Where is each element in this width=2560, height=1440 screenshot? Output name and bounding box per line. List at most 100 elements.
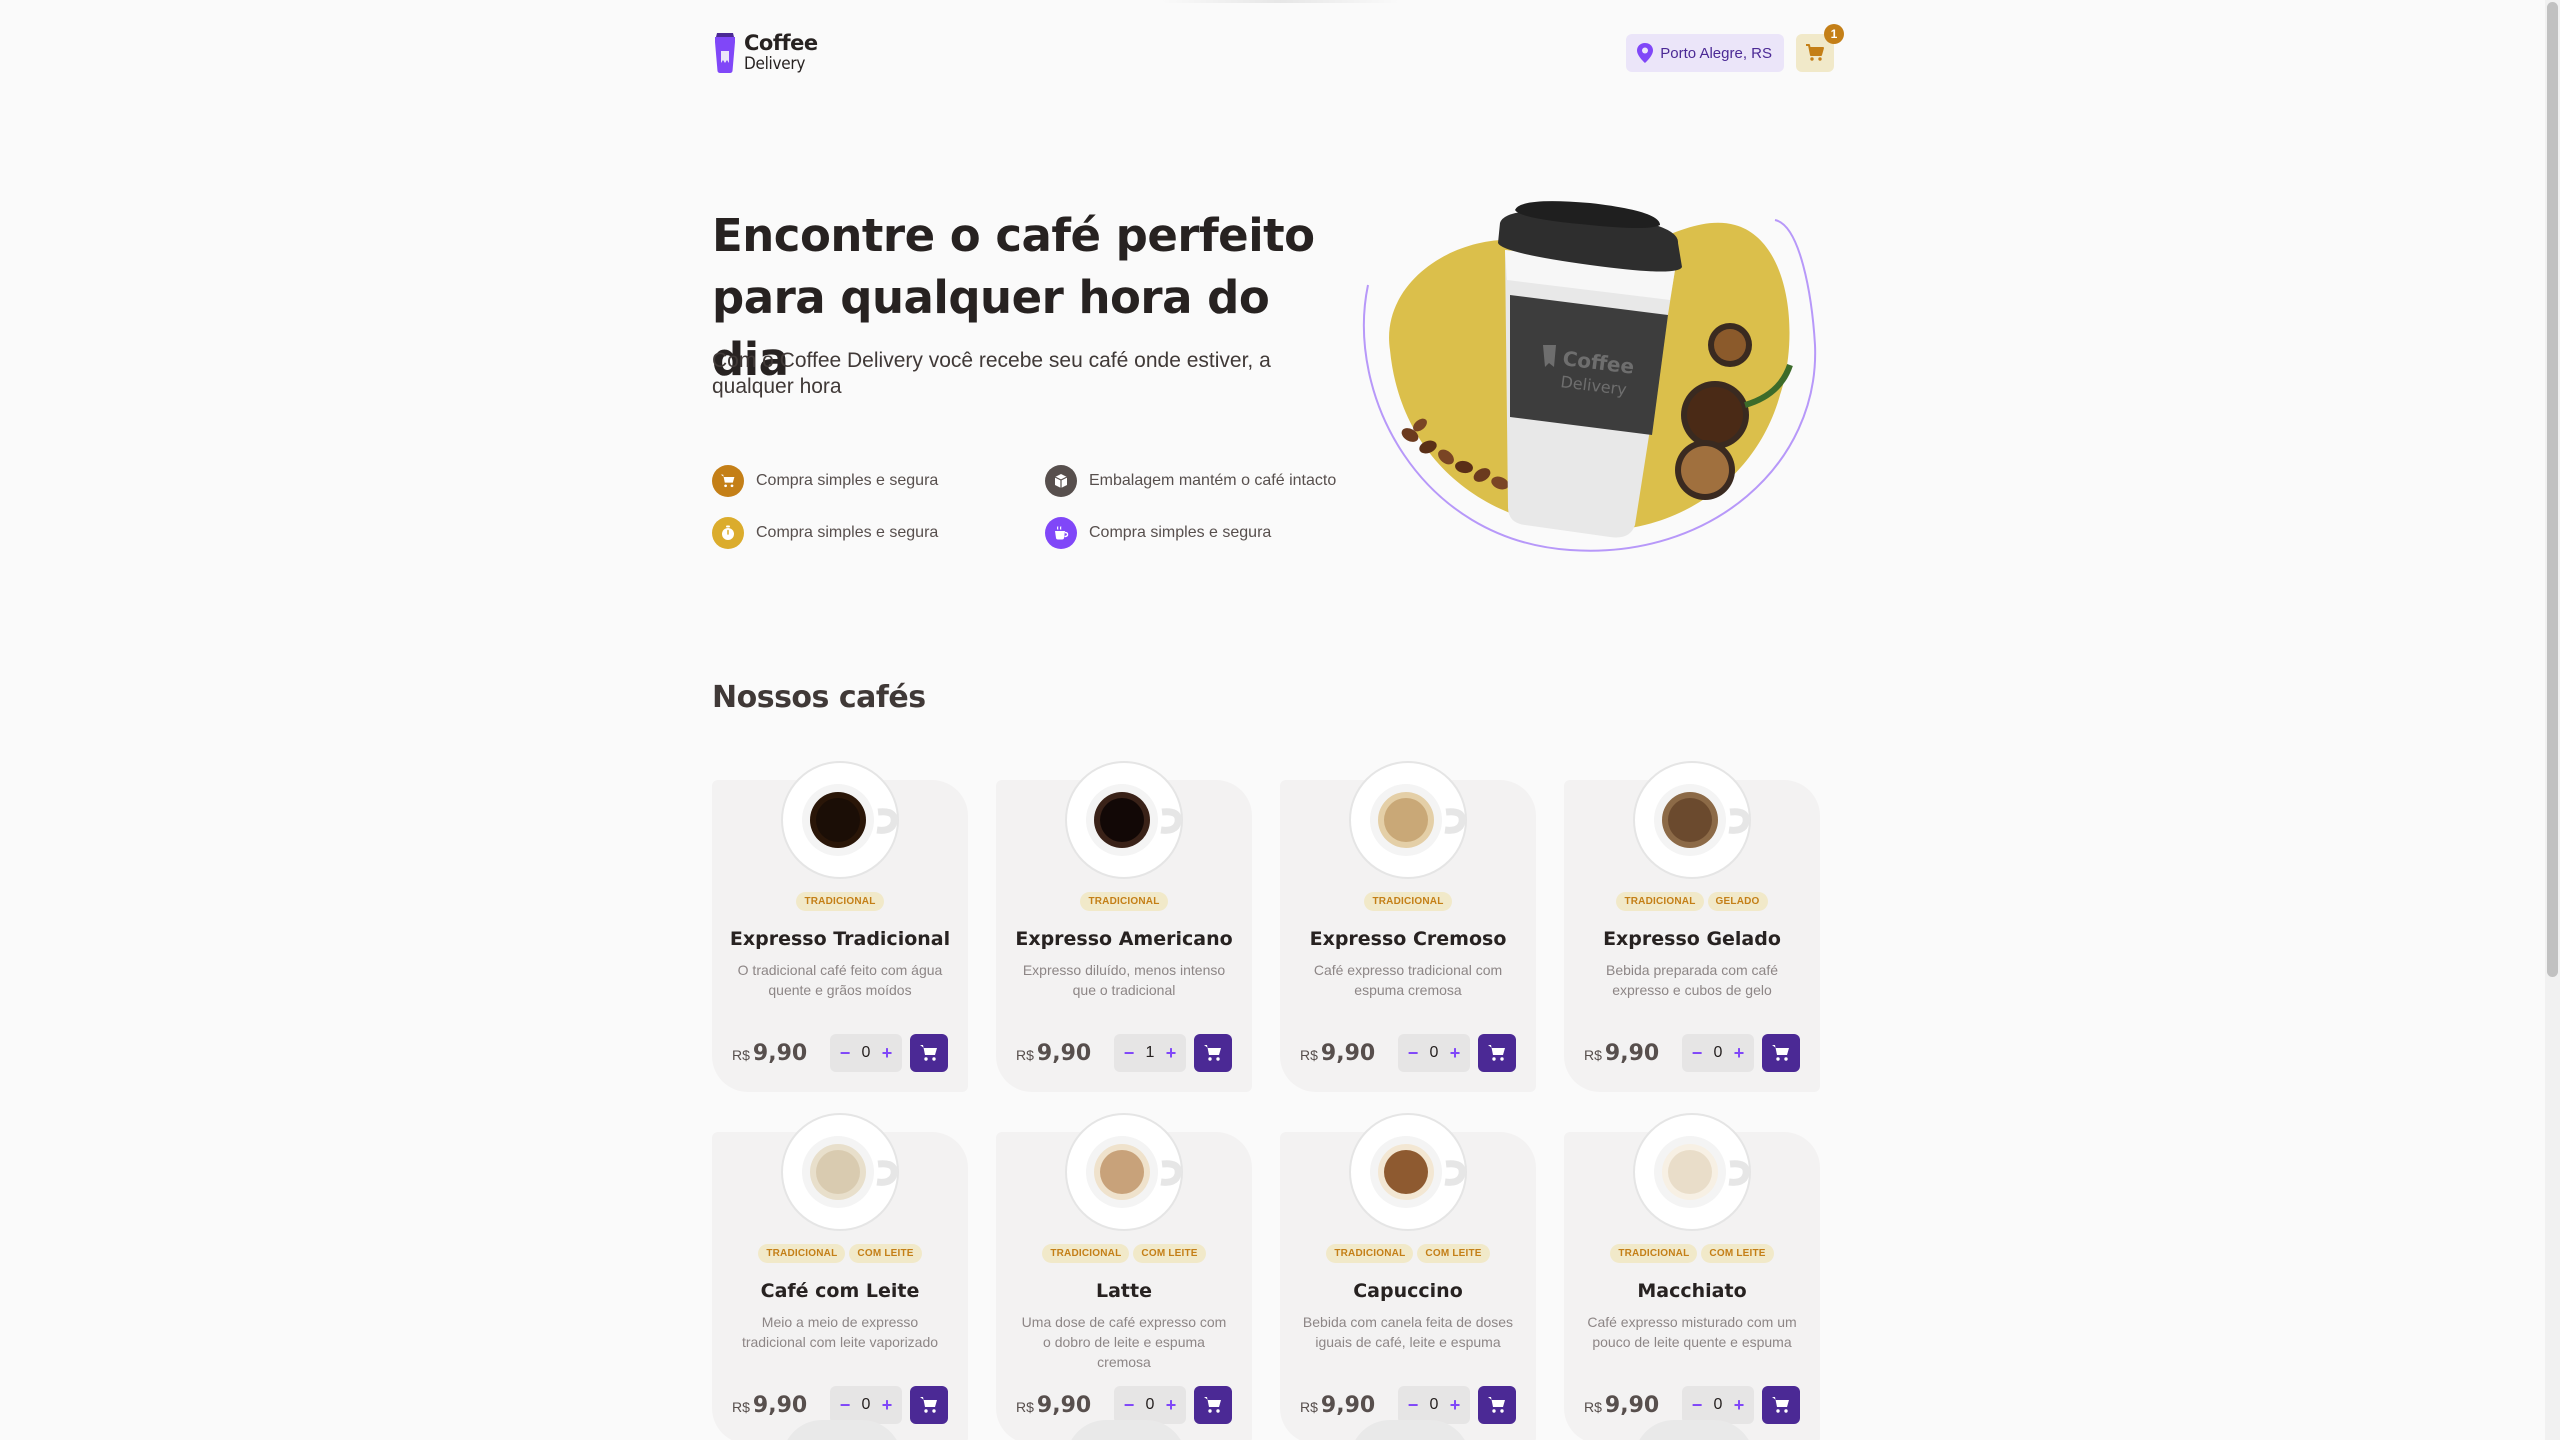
map-pin-icon xyxy=(1637,43,1654,63)
coffee-tag: Tradicional xyxy=(758,1244,846,1263)
currency-symbol: R$ xyxy=(1016,1046,1034,1063)
increment-button[interactable]: + xyxy=(1164,1395,1178,1416)
coffee-description: Bebida preparada com café expresso e cub… xyxy=(1606,962,1778,998)
coffee-card: Tradicional Expresso Americano Expresso … xyxy=(996,761,1252,1092)
cart-icon xyxy=(1204,1045,1221,1061)
logo-line-2: Delivery xyxy=(744,54,806,74)
top-shadow xyxy=(1160,0,1400,3)
card-footer: R$ 9,90 − 0 + xyxy=(732,1386,948,1424)
coffee-grid: Tradicional Expresso Tradicional O tradi… xyxy=(712,760,1822,1440)
feature-label: Compra simples e segura xyxy=(1089,524,1272,541)
increment-button[interactable]: + xyxy=(1448,1395,1462,1416)
decrement-button[interactable]: − xyxy=(1406,1395,1420,1416)
coffee-description: Café expresso tradicional com espuma cre… xyxy=(1313,962,1503,998)
coffee-tag: Tradicional xyxy=(1610,1244,1698,1263)
coffee-tag: Tradicional xyxy=(1364,892,1452,911)
coffee-tag: Tradicional xyxy=(796,892,884,911)
add-to-cart-button[interactable] xyxy=(1478,1034,1516,1072)
coffee-card: Tradicional Gelado Expresso Gelado Bebida… xyxy=(1564,761,1820,1092)
coffee-tag: Com leite xyxy=(1133,1244,1206,1263)
scrollbar-track[interactable] xyxy=(2545,0,2560,1440)
cart-icon xyxy=(920,1397,937,1413)
feature-item: Compra simples e segura xyxy=(712,517,1045,549)
coffee-name: Expresso Cremoso xyxy=(1309,928,1507,950)
quantity-value: 0 xyxy=(1429,1396,1439,1413)
features-list: Compra simples e segura Embalagem mantém… xyxy=(712,465,1352,549)
decrement-button[interactable]: − xyxy=(1690,1043,1704,1064)
increment-button[interactable]: + xyxy=(1448,1043,1462,1064)
decrement-button[interactable]: − xyxy=(1406,1043,1420,1064)
card-footer: R$ 9,90 − 0 + xyxy=(1300,1034,1516,1072)
decrement-button[interactable]: − xyxy=(838,1395,852,1416)
price-value: 9,90 xyxy=(1604,1040,1660,1066)
coffee-description: Café expresso misturado com um pouco de … xyxy=(1587,1314,1797,1350)
logo[interactable]: Coffee Delivery xyxy=(712,33,818,73)
cart-icon xyxy=(1772,1045,1789,1061)
coffee-description: Bebida com canela feita de doses iguais … xyxy=(1302,1314,1514,1350)
cart-icon xyxy=(1772,1397,1789,1413)
coffee-cup-image xyxy=(1349,1113,1467,1231)
coffee-name: Macchiato xyxy=(1637,1280,1747,1302)
coffee-card: Tradicional Expresso Tradicional O tradi… xyxy=(712,761,968,1092)
card-footer: R$ 9,90 − 0 + xyxy=(1016,1386,1232,1424)
tag-list: Tradicional Com leite xyxy=(996,1244,1252,1263)
coffee-icon xyxy=(1045,517,1077,549)
price: R$ 9,90 xyxy=(1584,1393,1659,1418)
coffee-tag: Tradicional xyxy=(1616,892,1704,911)
coffee-card: Tradicional Expresso Cremoso Café expres… xyxy=(1280,761,1536,1092)
coffee-tag: Tradicional xyxy=(1080,892,1168,911)
tag-list: Tradicional xyxy=(712,892,968,911)
coffee-tag: Com leite xyxy=(1417,1244,1490,1263)
quantity-value: 0 xyxy=(1429,1044,1439,1061)
scrollbar-thumb[interactable] xyxy=(2547,2,2558,977)
header-actions: Porto Alegre, RS 1 xyxy=(1626,24,1844,72)
increment-button[interactable]: + xyxy=(1732,1395,1746,1416)
coffee-name: Latte xyxy=(1096,1280,1152,1302)
feature-item: Embalagem mantém o café intacto xyxy=(1045,465,1345,497)
coffee-tag: Com leite xyxy=(849,1244,922,1263)
quantity-stepper: − 1 + xyxy=(1114,1034,1186,1072)
decrement-button[interactable]: − xyxy=(838,1043,852,1064)
price-value: 9,90 xyxy=(1320,1392,1376,1418)
price: R$ 9,90 xyxy=(732,1041,807,1066)
add-to-cart-button[interactable] xyxy=(1762,1386,1800,1424)
coffee-cup-image xyxy=(1065,761,1183,879)
card-footer: R$ 9,90 − 1 + xyxy=(1016,1034,1232,1072)
cart-icon xyxy=(1488,1045,1505,1061)
quantity-stepper: − 0 + xyxy=(1682,1034,1754,1072)
quantity-value: 0 xyxy=(1145,1396,1155,1413)
increment-button[interactable]: + xyxy=(1732,1043,1746,1064)
coffee-description: Meio a meio de expresso tradicional com … xyxy=(741,1314,939,1350)
coffee-name: Café com Leite xyxy=(760,1280,920,1302)
quantity-stepper: − 0 + xyxy=(1398,1034,1470,1072)
coffee-name: Expresso Americano xyxy=(1015,928,1233,950)
increment-button[interactable]: + xyxy=(1164,1043,1178,1064)
add-to-cart-button[interactable] xyxy=(910,1034,948,1072)
quantity-stepper: − 0 + xyxy=(830,1386,902,1424)
decrement-button[interactable]: − xyxy=(1690,1395,1704,1416)
increment-button[interactable]: + xyxy=(880,1043,894,1064)
decrement-button[interactable]: − xyxy=(1122,1395,1136,1416)
currency-symbol: R$ xyxy=(1584,1046,1602,1063)
add-to-cart-button[interactable] xyxy=(1478,1386,1516,1424)
add-to-cart-button[interactable] xyxy=(1194,1034,1232,1072)
quantity-stepper: − 0 + xyxy=(1398,1386,1470,1424)
tag-list: Tradicional Com leite xyxy=(712,1244,968,1263)
coffee-tag: Tradicional xyxy=(1326,1244,1414,1263)
add-to-cart-button[interactable] xyxy=(1194,1386,1232,1424)
tag-list: Tradicional Com leite xyxy=(1280,1244,1536,1263)
add-to-cart-button[interactable] xyxy=(910,1386,948,1424)
decrement-button[interactable]: − xyxy=(1122,1043,1136,1064)
coffee-card: Tradicional Com leite Latte Uma dose de c… xyxy=(996,1113,1252,1440)
hero-coffee-cup-image: Coffee Delivery xyxy=(1363,201,1817,552)
card-footer: R$ 9,90 − 0 + xyxy=(1584,1034,1800,1072)
price: R$ 9,90 xyxy=(1016,1393,1091,1418)
add-to-cart-button[interactable] xyxy=(1762,1034,1800,1072)
cart-button[interactable]: 1 xyxy=(1796,24,1844,72)
quantity-value: 0 xyxy=(1713,1044,1723,1061)
location-button[interactable]: Porto Alegre, RS xyxy=(1626,34,1784,72)
increment-button[interactable]: + xyxy=(880,1395,894,1416)
feature-item: Compra simples e segura xyxy=(1045,517,1345,549)
cart-count-badge: 1 xyxy=(1824,24,1844,44)
price-value: 9,90 xyxy=(752,1040,808,1066)
